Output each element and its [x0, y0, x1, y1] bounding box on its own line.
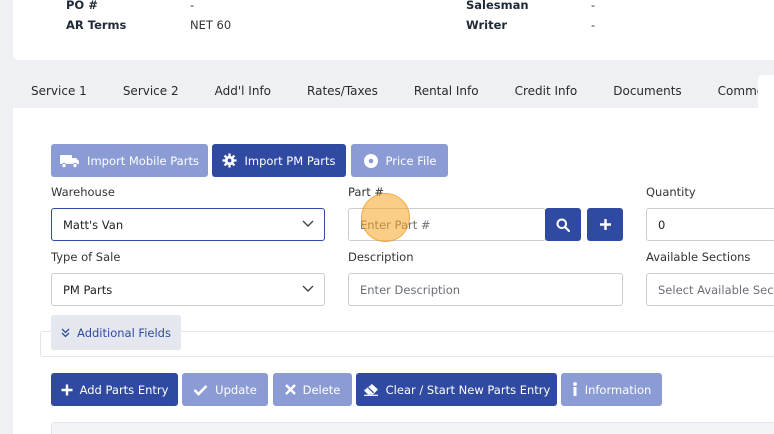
update-button[interactable]: Update: [182, 373, 268, 406]
type-of-sale-selected-value: PM Parts: [63, 282, 113, 297]
quantity-label: Quantity: [646, 185, 696, 199]
order-info-card: [13, 0, 774, 60]
info-icon: [572, 382, 577, 396]
clear-start-new-button[interactable]: Clear / Start New Parts Entry: [356, 373, 557, 406]
salesman-value: -: [591, 0, 596, 12]
import-pm-parts-button[interactable]: Import PM Parts: [212, 144, 346, 177]
tab-service-1[interactable]: Service 1: [13, 75, 105, 108]
chevron-down-icon: [302, 285, 314, 292]
tab-credit-info[interactable]: Credit Info: [497, 75, 596, 108]
information-button[interactable]: Information: [561, 373, 662, 406]
plus-icon: [61, 384, 73, 395]
plus-icon: [599, 219, 611, 230]
truck-icon: [60, 154, 80, 168]
available-sections-select[interactable]: Select Available Sections: [646, 273, 774, 306]
tab-documents[interactable]: Documents: [595, 75, 699, 108]
tab-addl-info[interactable]: Add'l Info: [197, 75, 289, 108]
disc-icon: [363, 153, 378, 168]
writer-value: -: [591, 18, 596, 32]
description-field[interactable]: [360, 282, 622, 297]
warehouse-label: Warehouse: [51, 185, 115, 199]
delete-button[interactable]: Delete: [273, 373, 352, 406]
available-sections-label: Available Sections: [646, 250, 751, 264]
price-file-label: Price File: [385, 153, 437, 168]
ar-terms-value: NET 60: [190, 18, 232, 32]
gear-icon: [222, 153, 238, 168]
po-label: PO #: [66, 0, 98, 12]
tab-parts-active[interactable]: [758, 75, 774, 108]
description-input[interactable]: [348, 273, 623, 306]
import-pm-parts-label: Import PM Parts: [244, 153, 336, 168]
salesman-label: Salesman: [466, 0, 529, 12]
part-number-input[interactable]: [348, 208, 546, 241]
parts-table-header: [51, 422, 774, 434]
tab-rental-info[interactable]: Rental Info: [396, 75, 497, 108]
import-mobile-parts-label: Import Mobile Parts: [87, 153, 199, 168]
additional-fields-toggle[interactable]: Additional Fields: [51, 315, 181, 350]
tab-service-2[interactable]: Service 2: [105, 75, 197, 108]
check-icon: [193, 384, 208, 396]
information-label: Information: [584, 382, 652, 397]
clear-start-new-label: Clear / Start New Parts Entry: [385, 382, 551, 397]
part-number-field[interactable]: [360, 217, 545, 232]
delete-label: Delete: [302, 382, 341, 397]
available-sections-value: Select Available Sections: [658, 282, 774, 297]
import-mobile-parts-button[interactable]: Import Mobile Parts: [51, 144, 208, 177]
eraser-icon: [363, 384, 378, 396]
update-label: Update: [215, 382, 257, 397]
description-label: Description: [348, 250, 414, 264]
x-icon: [284, 384, 296, 395]
ar-terms-label: AR Terms: [66, 18, 127, 32]
warehouse-select[interactable]: Matt's Van: [51, 208, 325, 241]
add-parts-entry-label: Add Parts Entry: [79, 382, 169, 397]
chevron-down-icon: [302, 220, 314, 227]
double-chevron-down-icon: [61, 328, 70, 337]
search-icon: [556, 218, 570, 232]
add-part-button[interactable]: [587, 208, 623, 241]
quantity-value: 0: [658, 217, 666, 232]
add-parts-entry-button[interactable]: Add Parts Entry: [51, 373, 178, 406]
price-file-button[interactable]: Price File: [351, 144, 448, 177]
part-search-button[interactable]: [545, 208, 581, 241]
additional-fields-label: Additional Fields: [77, 325, 171, 340]
part-number-label: Part #: [348, 185, 384, 199]
quantity-input[interactable]: 0: [646, 208, 774, 241]
type-of-sale-label: Type of Sale: [51, 250, 121, 264]
po-value: -: [190, 0, 195, 12]
writer-label: Writer: [466, 18, 508, 32]
tab-rates-taxes[interactable]: Rates/Taxes: [289, 75, 396, 108]
tab-bar: Service 1 Service 2 Add'l Info Rates/Tax…: [13, 75, 774, 108]
warehouse-selected-value: Matt's Van: [63, 217, 124, 232]
type-of-sale-select[interactable]: PM Parts: [51, 273, 325, 306]
